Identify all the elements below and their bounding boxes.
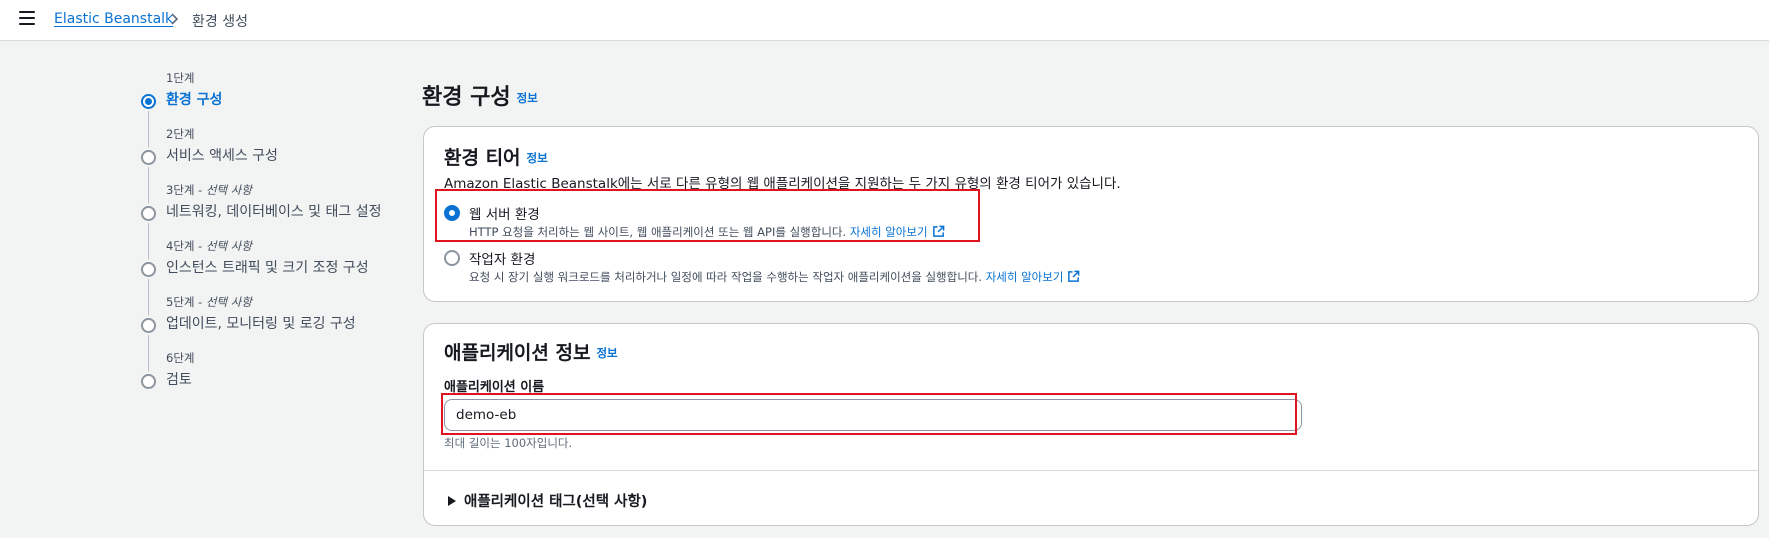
step-number: 6단계 xyxy=(166,351,195,365)
external-link-icon xyxy=(1068,270,1080,282)
highlight-box xyxy=(435,189,980,242)
step-number: 4단계 - 선택 사항 xyxy=(166,239,252,253)
step-label: 업데이트, 모니터링 및 로깅 구성 xyxy=(166,316,356,332)
chevron-right-icon xyxy=(171,13,179,25)
info-link[interactable]: 정보 xyxy=(527,151,548,165)
step-indicator-icon xyxy=(141,318,156,333)
step-number: 2단계 xyxy=(166,127,195,141)
breadcrumb-current: 환경 생성 xyxy=(192,14,248,30)
learn-more-link[interactable]: 자세히 알아보기 xyxy=(986,270,1081,284)
hamburger-menu-icon[interactable] xyxy=(19,11,35,25)
info-link[interactable]: 정보 xyxy=(517,91,538,105)
wizard-step-2[interactable]: 2단계 서비스 액세스 구성 xyxy=(134,126,414,203)
radio-label: 작업자 환경 xyxy=(469,252,536,268)
application-name-hint: 최대 길이는 100자입니다. xyxy=(444,436,573,450)
breadcrumb-root-link[interactable]: Elastic Beanstalk xyxy=(54,11,173,27)
wizard-step-6[interactable]: 6단계 검토 xyxy=(134,350,414,406)
panel-title: 애플리케이션 정보 정보 xyxy=(444,342,618,364)
step-indicator-icon xyxy=(141,150,156,165)
wizard-steps: 1단계 환경 구성 2단계 서비스 액세스 구성 3단계 - 선택 사항 네트워… xyxy=(134,70,414,406)
step-number: 5단계 - 선택 사항 xyxy=(166,295,252,309)
page-title: 환경 구성 정보 xyxy=(422,85,538,110)
wizard-step-5[interactable]: 5단계 - 선택 사항 업데이트, 모니터링 및 로깅 구성 xyxy=(134,294,414,371)
top-navigation: Elastic Beanstalk 환경 생성 xyxy=(0,0,1769,41)
wizard-step-4[interactable]: 4단계 - 선택 사항 인스턴스 트래픽 및 크기 조정 구성 xyxy=(134,238,414,315)
wizard-step-1[interactable]: 1단계 환경 구성 xyxy=(134,70,414,147)
step-label: 네트워킹, 데이터베이스 및 태그 설정 xyxy=(166,204,382,220)
divider xyxy=(424,470,1758,471)
step-indicator-icon xyxy=(141,374,156,389)
wizard-step-3[interactable]: 3단계 - 선택 사항 네트워킹, 데이터베이스 및 태그 설정 xyxy=(134,182,414,259)
step-label: 환경 구성 xyxy=(166,92,223,108)
step-indicator-icon xyxy=(141,262,156,277)
caret-right-icon xyxy=(448,496,456,506)
step-label: 서비스 액세스 구성 xyxy=(166,148,278,164)
radio-button[interactable] xyxy=(444,250,460,266)
radio-description: 요청 시 장기 실행 워크로드를 처리하거나 일정에 따라 작업을 수행하는 작… xyxy=(469,269,1080,285)
step-label: 인스턴스 트래픽 및 크기 조정 구성 xyxy=(166,260,369,276)
step-number: 3단계 - 선택 사항 xyxy=(166,183,252,197)
step-indicator-icon xyxy=(141,206,156,221)
panel-title: 환경 티어 정보 xyxy=(444,147,548,169)
info-link[interactable]: 정보 xyxy=(596,346,617,360)
step-indicator-icon xyxy=(141,94,156,109)
step-number: 1단계 xyxy=(166,71,195,85)
application-tags-expander[interactable]: 애플리케이션 태그(선택 사항) xyxy=(448,490,647,511)
step-label: 검토 xyxy=(166,372,192,388)
highlight-box xyxy=(441,393,1297,435)
